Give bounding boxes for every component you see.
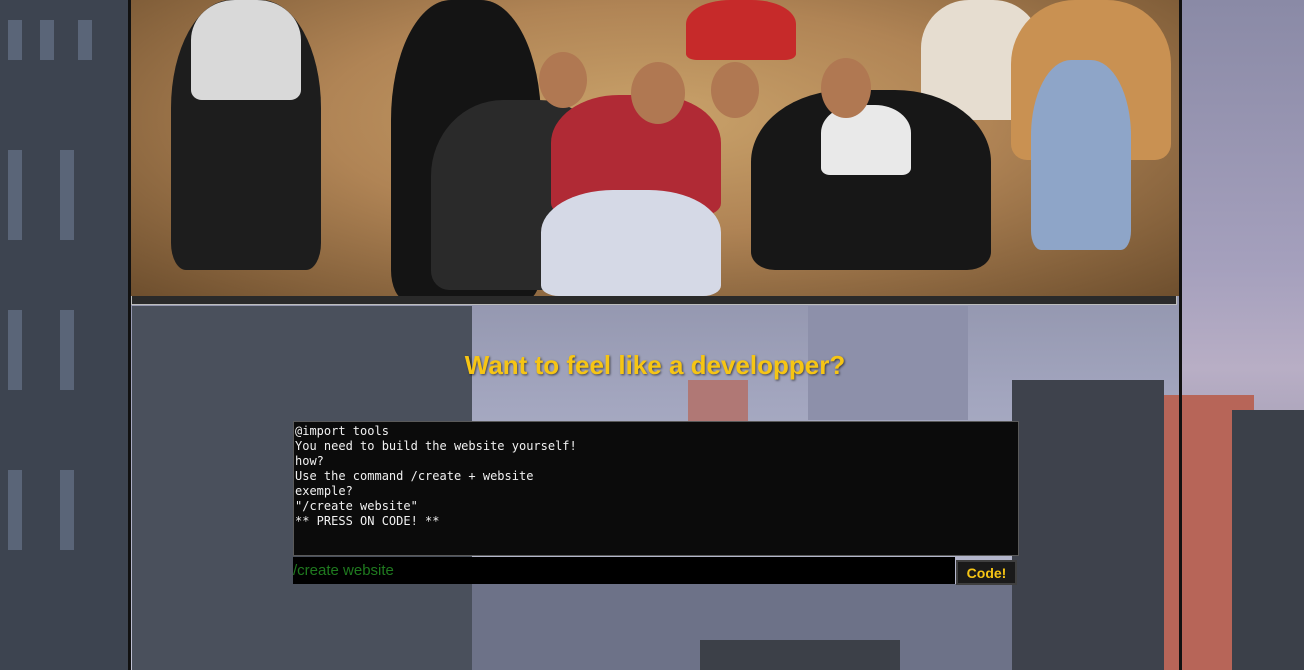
terminal-line: Use the command /create + website bbox=[295, 469, 534, 483]
hero-photo bbox=[131, 0, 1179, 296]
code-button[interactable]: Code! bbox=[956, 560, 1017, 585]
terminal-line: ** PRESS ON CODE! ** bbox=[295, 514, 440, 528]
page-title: Want to feel like a developper? bbox=[464, 350, 846, 380]
terminal-line: You need to build the website yourself! bbox=[295, 439, 577, 453]
terminal-output: @import tools You need to build the websi… bbox=[293, 421, 1019, 556]
terminal-line: exemple? bbox=[295, 484, 353, 498]
terminal-line: @import tools bbox=[295, 424, 389, 438]
background-city-left bbox=[0, 0, 128, 670]
hero-photo-frame-bar bbox=[131, 296, 1177, 305]
terminal-line: "/create website" bbox=[295, 499, 418, 513]
terminal-line: how? bbox=[295, 454, 324, 468]
background-building bbox=[1232, 410, 1304, 670]
command-input[interactable] bbox=[293, 557, 955, 584]
